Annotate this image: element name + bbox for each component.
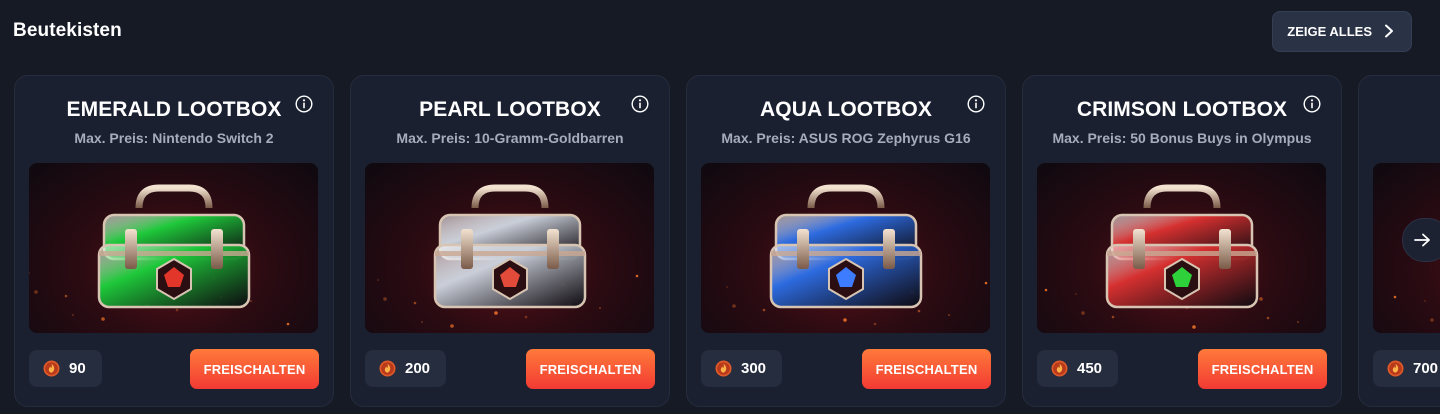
lootbox-card[interactable]: CRIMSON LOOTBOX Max. Preis: 50 Bonus Buy… (1022, 75, 1342, 407)
carousel-next-button[interactable] (1402, 218, 1440, 262)
lootbox-title: AQUA LOOTBOX (760, 98, 932, 121)
flame-coin-icon (1387, 360, 1404, 377)
lootbox-card[interactable]: PEARL LOOTBOX Max. Preis: 10-Gramm-Goldb… (350, 75, 670, 407)
info-icon[interactable] (631, 95, 649, 113)
info-icon[interactable] (1303, 95, 1321, 113)
lootbox-title: EMERALD LOOTBOX (66, 98, 282, 121)
lootbox-carousel: EMERALD LOOTBOX Max. Preis: Nintendo Swi… (14, 75, 1440, 414)
lootbox-title: V (1359, 98, 1440, 122)
chevron-right-icon (1385, 24, 1393, 38)
lootbox-image (701, 163, 990, 333)
section-header: Beutekisten ZEIGE ALLES (13, 10, 1412, 52)
price-value: 700 (1413, 360, 1439, 377)
section-title: Beutekisten (13, 20, 122, 41)
unlock-button[interactable]: FREISCHALTEN (190, 349, 319, 389)
lootbox-card[interactable]: AQUA LOOTBOX Max. Preis: ASUS ROG Zephyr… (686, 75, 1006, 407)
show-all-label: ZEIGE ALLES (1287, 23, 1372, 39)
lootbox-image (29, 163, 318, 333)
lootbox-image (1037, 163, 1326, 333)
info-icon[interactable] (967, 95, 985, 113)
info-icon[interactable] (295, 95, 313, 113)
price-pill: 300 (701, 350, 783, 387)
unlock-button[interactable]: FREISCHALTEN (1198, 349, 1327, 389)
price-pill: 450 (1037, 350, 1119, 387)
lootbox-max-prize: Max. Preis: 50 Bonus Buys in Olympus (1052, 130, 1312, 146)
flame-coin-icon (1051, 360, 1068, 377)
price-pill: 700 (1373, 350, 1440, 387)
price-value: 200 (405, 360, 431, 377)
flame-coin-icon (715, 360, 732, 377)
lootbox-image (365, 163, 654, 333)
lootbox-title: PEARL LOOTBOX (419, 98, 601, 121)
flame-coin-icon (379, 360, 396, 377)
show-all-button[interactable]: ZEIGE ALLES (1272, 10, 1412, 52)
arrow-right-icon (1414, 233, 1430, 247)
unlock-button[interactable]: FREISCHALTEN (862, 349, 991, 389)
price-value: 300 (741, 360, 767, 377)
price-pill: 90 (29, 350, 102, 387)
lootbox-max-prize: Max. Preis: 10-Gramm-Goldbarren (396, 130, 624, 146)
flame-coin-icon (43, 360, 60, 377)
lootbox-card[interactable]: EMERALD LOOTBOX Max. Preis: Nintendo Swi… (14, 75, 334, 407)
lootbox-title: CRIMSON LOOTBOX (1076, 98, 1288, 121)
lootbox-max-prize: Max. Preis: ASUS ROG Zephyrus G16 (721, 130, 971, 146)
price-pill: 200 (365, 350, 447, 387)
lootbox-max-prize: Ma (1359, 130, 1440, 146)
price-value: 450 (1077, 360, 1103, 377)
lootbox-max-prize: Max. Preis: Nintendo Switch 2 (74, 130, 274, 146)
price-value: 90 (69, 360, 86, 377)
unlock-button[interactable]: FREISCHALTEN (526, 349, 655, 389)
